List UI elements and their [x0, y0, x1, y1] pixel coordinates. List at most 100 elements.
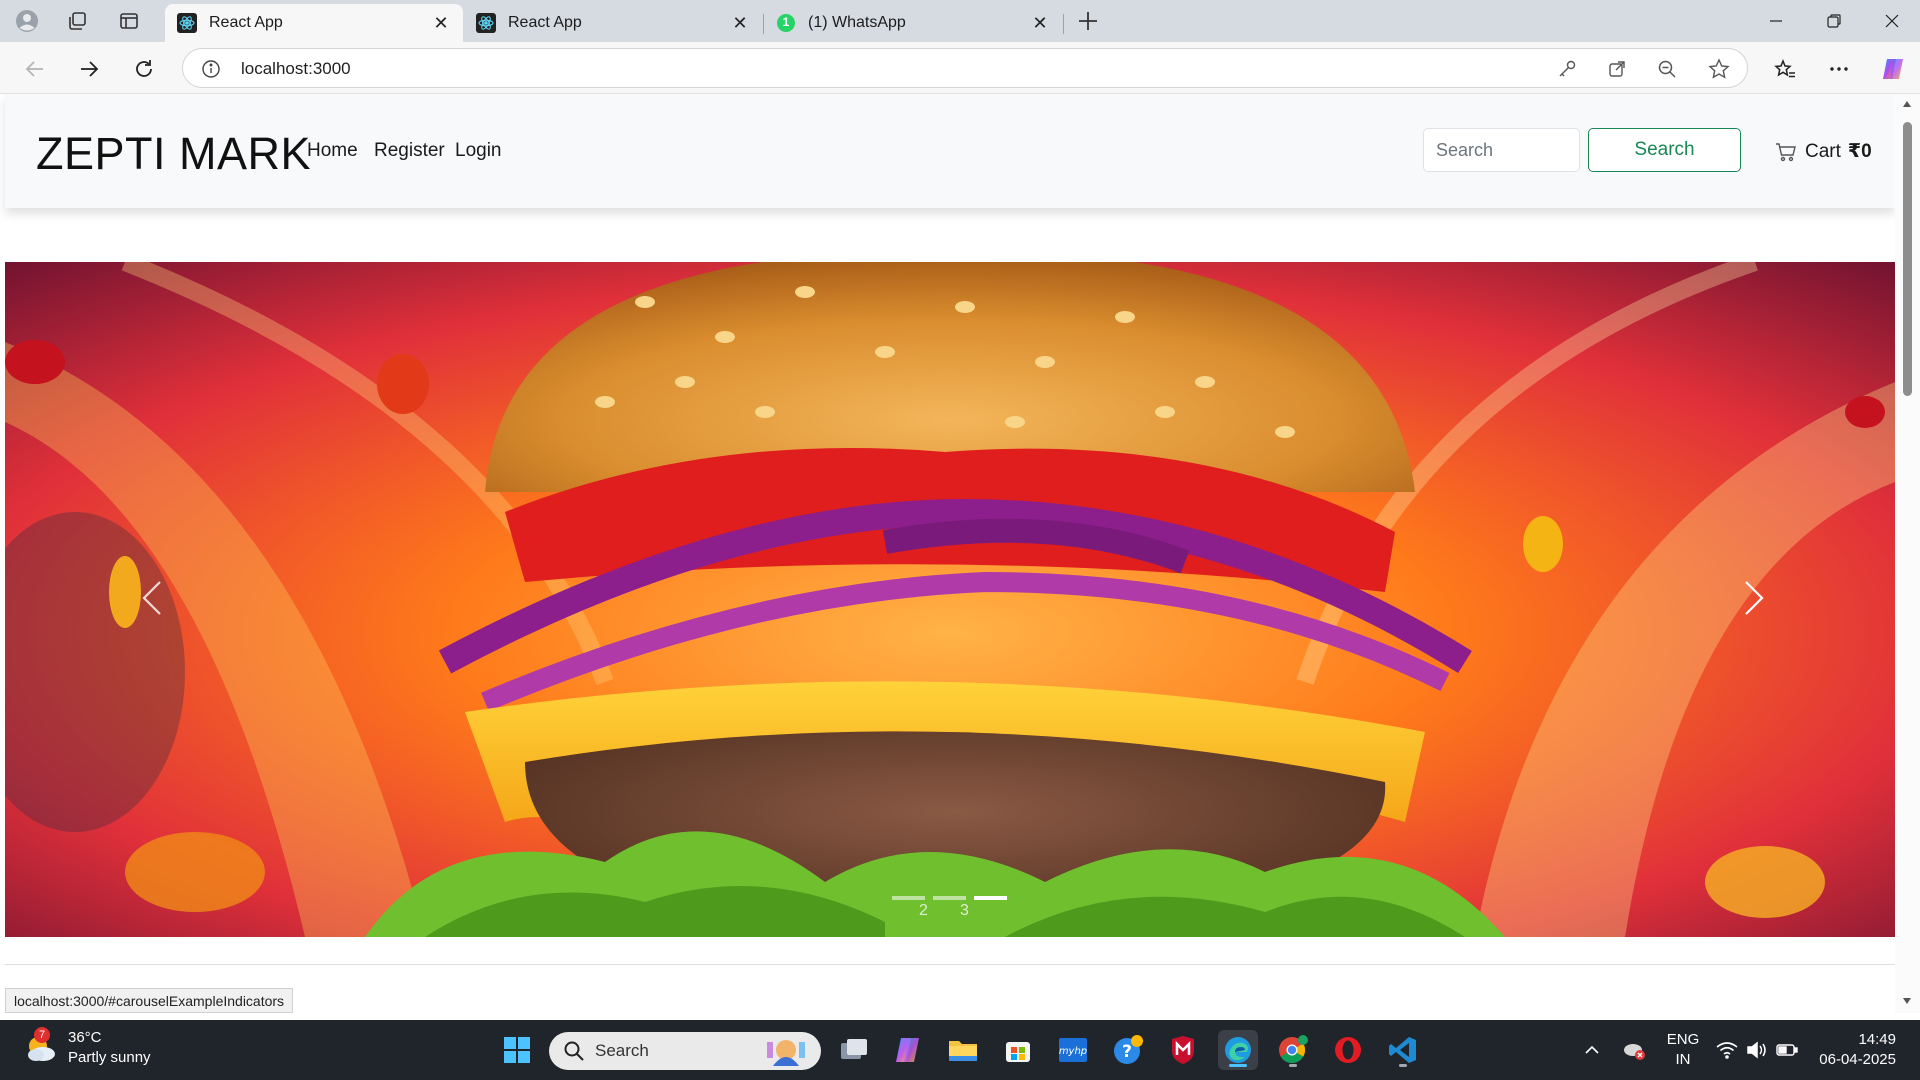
new-tab-icon[interactable] [1073, 6, 1103, 36]
close-window-button[interactable] [1864, 0, 1920, 42]
workspaces-icon[interactable] [62, 6, 92, 36]
more-options-icon[interactable] [1822, 52, 1856, 86]
weather-alert-badge: 7 [34, 1027, 50, 1043]
tab-whatsapp[interactable]: 1 (1) WhatsApp ✕ [764, 4, 1062, 42]
address-bar[interactable]: localhost:3000 [182, 48, 1748, 88]
close-tab-icon[interactable]: ✕ [1030, 13, 1050, 33]
link-status-tooltip: localhost:3000/#carouselExampleIndicator… [5, 988, 294, 1013]
language-code: ENG [1666, 1031, 1700, 1048]
running-indicator [1399, 1064, 1407, 1067]
vertical-scrollbar[interactable] [1895, 94, 1920, 1013]
nav-register-link[interactable]: Register [374, 140, 445, 162]
tab-react-app-active[interactable]: React App ✕ [165, 4, 463, 42]
language-indicator[interactable]: ENG IN [1666, 1030, 1700, 1070]
clock-date: 06-04-2025 [1819, 1051, 1896, 1068]
brand-logo[interactable]: ZEPTI MARK [36, 128, 311, 180]
file-explorer-icon[interactable] [943, 1030, 983, 1070]
cart-amount: ₹0 [1847, 141, 1872, 162]
running-indicator [1229, 1064, 1247, 1067]
minimize-button[interactable] [1748, 0, 1804, 42]
carousel-next-button[interactable] [1724, 562, 1784, 634]
scroll-up-icon[interactable] [1901, 98, 1913, 110]
scroll-down-icon[interactable] [1901, 995, 1913, 1007]
react-icon [476, 13, 496, 33]
copilot-icon[interactable] [1876, 52, 1910, 86]
hero-carousel: 2 3 [5, 262, 1895, 937]
restore-button[interactable] [1806, 0, 1862, 42]
partly-sunny-icon: 7 [22, 1027, 60, 1067]
tab-actions-icon[interactable] [114, 6, 144, 36]
profile-icon[interactable] [12, 6, 42, 36]
tab-title: React App [209, 14, 283, 31]
zoom-out-icon[interactable] [1655, 57, 1679, 81]
site-info-icon[interactable] [199, 57, 223, 81]
edge-app-icon[interactable] [1218, 1030, 1258, 1070]
taskbar-search-box[interactable]: Search [549, 1032, 821, 1070]
volume-icon[interactable] [1744, 1030, 1770, 1070]
task-view-icon[interactable] [834, 1030, 874, 1070]
tab-title: React App [508, 14, 582, 31]
start-button[interactable] [497, 1030, 537, 1070]
carousel-prev-button[interactable] [122, 562, 182, 634]
close-tab-icon[interactable]: ✕ [730, 13, 750, 33]
vscode-icon[interactable] [1383, 1030, 1423, 1070]
wifi-icon[interactable] [1714, 1030, 1740, 1070]
taskbar-search-label: Search [595, 1041, 649, 1060]
weather-condition: Partly sunny [68, 1049, 151, 1066]
onedrive-error-icon[interactable] [1620, 1030, 1648, 1070]
system-clock[interactable]: 14:49 06-04-2025 [1818, 1030, 1896, 1070]
search-icon [564, 1041, 584, 1061]
tab-react-app[interactable]: React App ✕ [464, 4, 762, 42]
scrollbar-thumb[interactable] [1903, 122, 1912, 396]
back-icon[interactable] [18, 52, 52, 86]
nav-home-link[interactable]: Home [307, 140, 358, 162]
carousel-indicator-2[interactable] [933, 896, 966, 900]
battery-icon[interactable] [1774, 1030, 1800, 1070]
password-key-icon[interactable] [1555, 57, 1579, 81]
nav-login-link[interactable]: Login [455, 140, 502, 162]
copilot-app-icon[interactable] [888, 1030, 928, 1070]
carousel-indicator-3[interactable] [974, 896, 1007, 900]
tab-title: (1) WhatsApp [808, 14, 906, 31]
favorite-star-icon[interactable] [1707, 57, 1731, 81]
url-text[interactable]: localhost:3000 [241, 59, 351, 79]
svg-text:myhp: myhp [1059, 1046, 1087, 1057]
browser-toolbar: localhost:3000 [0, 42, 1920, 94]
search-input[interactable] [1423, 128, 1580, 172]
web-page: ZEPTI MARK Home Register Login Search Ca… [5, 94, 1895, 1013]
site-navbar: ZEPTI MARK Home Register Login Search Ca… [5, 94, 1895, 208]
refresh-icon[interactable] [127, 52, 161, 86]
carousel-indicator-1[interactable] [892, 896, 925, 900]
get-help-icon[interactable]: ? [1108, 1030, 1148, 1070]
opera-icon[interactable] [1328, 1030, 1368, 1070]
carousel-indicator-label: 2 [919, 902, 928, 919]
weather-temperature: 36°C [68, 1029, 102, 1046]
search-button[interactable]: Search [1588, 128, 1741, 172]
forward-icon[interactable] [72, 52, 106, 86]
tab-separator [1063, 14, 1064, 34]
burger-slide-image [5, 262, 1895, 937]
show-hidden-icons[interactable] [1580, 1030, 1604, 1070]
clock-time: 14:49 [1858, 1031, 1896, 1048]
open-in-app-icon[interactable] [1605, 57, 1629, 81]
browser-tab-strip: React App ✕ React App ✕ 1 (1) WhatsApp ✕ [0, 0, 1920, 42]
myhp-icon[interactable]: myhp [1053, 1030, 1093, 1070]
microsoft-store-icon[interactable] [998, 1030, 1038, 1070]
whatsapp-icon: 1 [776, 13, 796, 33]
region-code: IN [1675, 1051, 1691, 1068]
content-divider [5, 964, 1895, 965]
cart-link[interactable]: Cart ₹0 [1775, 140, 1872, 163]
whatsapp-badge: 1 [782, 15, 790, 29]
weather-widget[interactable]: 7 36°C Partly sunny [22, 1027, 151, 1068]
cart-label: Cart [1805, 140, 1841, 162]
search-highlight-icon [767, 1040, 805, 1066]
mcafee-icon[interactable] [1163, 1030, 1203, 1070]
chrome-icon[interactable] [1273, 1030, 1313, 1070]
page-viewport: ZEPTI MARK Home Register Login Search Ca… [0, 94, 1920, 1013]
close-tab-icon[interactable]: ✕ [431, 13, 451, 33]
carousel-indicators [892, 896, 1007, 900]
svg-text:?: ? [1122, 1042, 1132, 1062]
favorites-icon[interactable] [1768, 52, 1802, 86]
react-icon [177, 13, 197, 33]
carousel-indicator-label: 3 [960, 902, 969, 919]
